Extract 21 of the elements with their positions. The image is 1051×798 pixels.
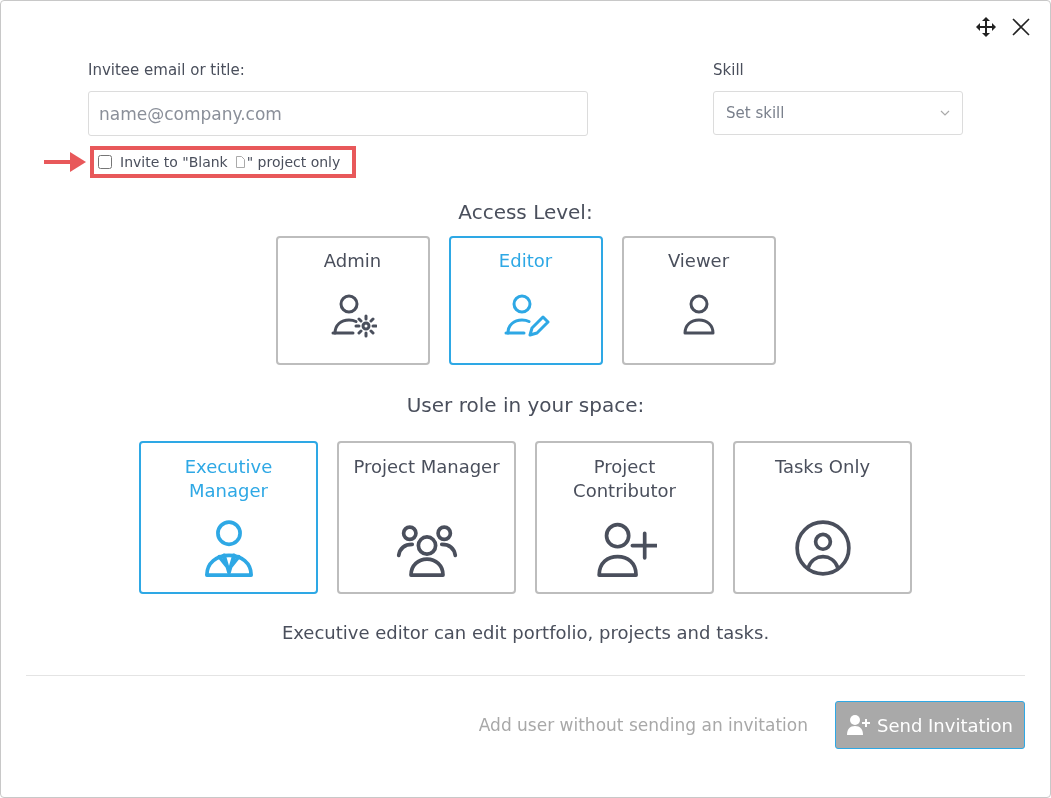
project-only-checkbox[interactable] — [98, 155, 112, 169]
email-label: Invitee email or title: — [88, 61, 246, 79]
skill-label: Skill — [713, 61, 745, 79]
document-icon — [235, 156, 245, 168]
project-only-label: Invite to "Blank — [120, 154, 228, 170]
email-input-field[interactable]: name@company.com — [88, 91, 588, 136]
access-level-title: Access Level: — [457, 200, 594, 224]
user-role-option[interactable]: Project Contributor — [535, 441, 714, 594]
close-icon[interactable] — [1012, 18, 1030, 36]
chevron-down-icon — [940, 110, 950, 116]
user-role-title: User role in your space: — [405, 393, 646, 417]
move-icon[interactable] — [976, 17, 996, 37]
add-user-icon — [847, 715, 871, 735]
arrow-icon — [44, 151, 86, 173]
user-role-option[interactable]: Tasks Only — [733, 441, 912, 594]
role-description: Executive editor can edit portfolio, projects and tasks. — [280, 622, 771, 643]
project-only-label: " project only — [246, 154, 341, 170]
skill-dropdown[interactable]: Set skill — [713, 91, 963, 135]
user-role-option[interactable]: Project Manager — [337, 441, 516, 594]
access-level-option[interactable]: Viewer — [621, 236, 776, 365]
access-level-option[interactable]: Admin — [275, 236, 430, 365]
